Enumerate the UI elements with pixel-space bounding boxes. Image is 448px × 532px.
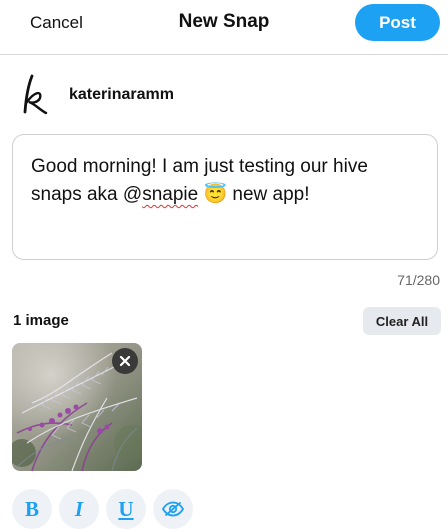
avatar-letter-icon [23,74,48,115]
preview-toggle-button[interactable] [153,489,193,529]
remove-image-button[interactable] [112,348,138,374]
clear-all-button[interactable]: Clear All [363,307,441,335]
top-bar: Cancel New Snap Post [0,0,448,55]
eye-slash-icon [162,501,184,517]
bold-button[interactable]: B [12,489,52,529]
avatar[interactable] [18,72,52,118]
composer-text-end: new app! [227,184,310,205]
post-button[interactable]: Post [355,4,440,41]
mention-text: snapie [142,184,199,205]
image-count-label: 1 image [13,312,69,329]
composer-text: Good morning! I am just testing our hive… [31,156,368,205]
italic-button[interactable]: I [59,489,99,529]
close-icon [119,355,131,367]
underline-button[interactable]: U [106,489,146,529]
emoji-halo-icon: 😇 [203,184,228,205]
username: katerinaramm [69,86,174,103]
snap-text-input[interactable]: Good morning! I am just testing our hive… [12,134,438,260]
character-counter: 71/280 [397,272,440,288]
